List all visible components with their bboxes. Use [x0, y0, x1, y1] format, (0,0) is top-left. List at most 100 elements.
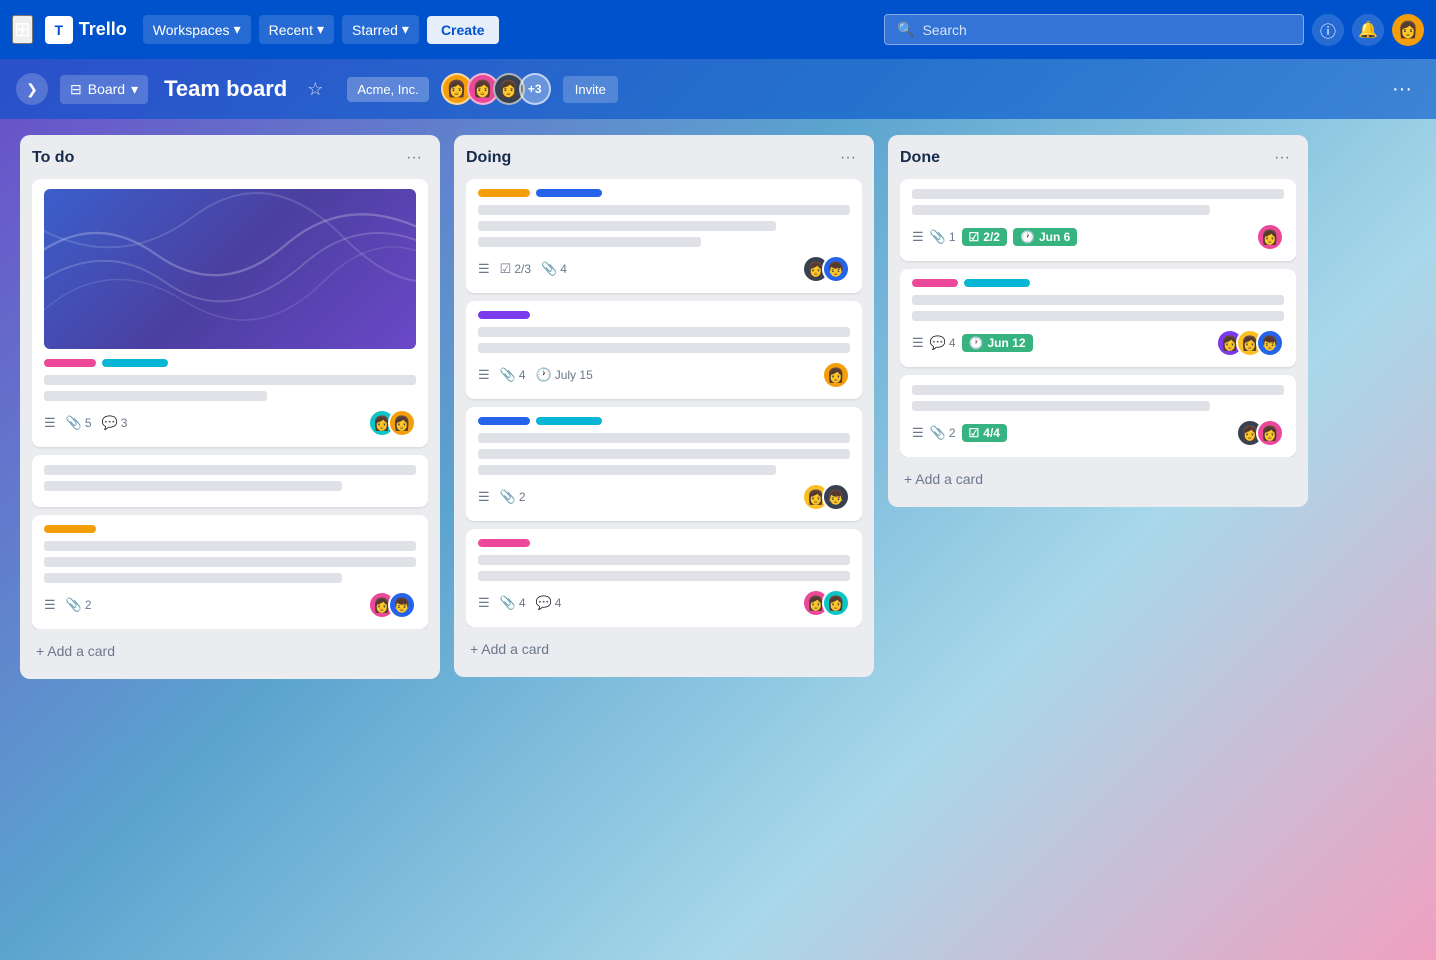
due-item: 🕐 July 15 — [536, 367, 593, 383]
description-icon: ☰ — [478, 261, 490, 277]
star-icon: ☆ — [307, 79, 323, 99]
search-box[interactable]: 🔍 Search — [884, 14, 1304, 45]
bell-icon: 🔔 — [1358, 20, 1378, 40]
card-todo-1[interactable]: ☰ 📎 5 💬 3 👩 👩 — [32, 179, 428, 447]
board-more-button[interactable]: ··· — [1384, 74, 1420, 105]
notifications-button[interactable]: 🔔 — [1352, 14, 1384, 46]
attach-count: 4 — [560, 262, 567, 276]
comment-icon: 💬 — [102, 415, 118, 431]
card-avatars: 👩 👩 — [802, 589, 850, 617]
workspace-button[interactable]: Acme, Inc. — [347, 77, 428, 102]
card-meta: ☰ ☑ 2/3 📎 4 — [478, 261, 802, 277]
card-text-line — [912, 385, 1284, 395]
add-card-button[interactable]: + Add a card — [466, 633, 862, 665]
card-avatar: 👩 — [822, 361, 850, 389]
attach-count: 2 — [519, 490, 526, 504]
card-done-1[interactable]: ☰ 📎 1 ☑ 2/2 🕐 Jun 6 — [900, 179, 1296, 261]
create-button[interactable]: Create — [427, 16, 499, 44]
card-doing-4[interactable]: ☰ 📎 4 💬 4 👩 👩 — [466, 529, 862, 627]
add-card-button[interactable]: + Add a card — [32, 635, 428, 667]
tag-yellow — [44, 525, 96, 533]
list-doing-menu-button[interactable]: ··· — [834, 147, 862, 169]
card-text-line — [44, 541, 416, 551]
card-done-2[interactable]: ☰ 💬 4 🕐 Jun 12 👩 👩 — [900, 269, 1296, 367]
trello-logo-text: Trello — [79, 19, 127, 40]
user-avatar[interactable]: 👩 — [1392, 14, 1424, 46]
card-meta: ☰ 📎 4 💬 4 — [478, 595, 802, 611]
grid-menu-button[interactable]: ⊞ — [12, 15, 33, 44]
card-tag-row — [478, 311, 850, 319]
due-date: July 15 — [555, 368, 593, 382]
starred-menu-button[interactable]: Starred ▾ — [342, 15, 419, 44]
paperclip-icon: 📎 — [500, 595, 516, 611]
card-todo-2[interactable] — [32, 455, 428, 507]
card-meta: ☰ 📎 2 — [44, 597, 368, 613]
card-footer: ☰ 📎 2 ☑ 4/4 👩 👩 — [912, 419, 1284, 447]
search-icon: 🔍 — [897, 21, 914, 38]
attach-item: 📎 4 — [500, 367, 526, 383]
add-card-button[interactable]: + Add a card — [900, 463, 1296, 495]
card-todo-3[interactable]: ☰ 📎 2 👩 👦 — [32, 515, 428, 629]
list-todo-title: To do — [32, 149, 74, 167]
sidebar-toggle-button[interactable]: ❯ — [16, 73, 48, 105]
trello-logo[interactable]: T Trello — [45, 16, 127, 44]
info-button[interactable]: ⓘ — [1312, 14, 1344, 46]
card-avatars: 👩 👦 — [802, 255, 850, 283]
card-avatars: 👩 — [822, 361, 850, 389]
checklist-icon: ☑ — [969, 230, 980, 244]
chevron-down-icon: ▾ — [131, 81, 138, 98]
list-doing-cards: ☰ ☑ 2/3 📎 4 👩 👦 — [466, 179, 862, 627]
paperclip-icon: 📎 — [541, 261, 557, 277]
attach-count: 2 — [85, 598, 92, 612]
card-text-line — [44, 391, 267, 401]
search-placeholder: Search — [922, 22, 966, 38]
card-done-3[interactable]: ☰ 📎 2 ☑ 4/4 👩 👩 — [900, 375, 1296, 457]
card-meta: ☰ 📎 2 ☑ 4/4 — [912, 424, 1236, 442]
card-doing-3[interactable]: ☰ 📎 2 👩 👦 — [466, 407, 862, 521]
list-done-header: Done ··· — [900, 147, 1296, 169]
card-tag-row — [912, 279, 1284, 287]
card-footer: ☰ 📎 4 💬 4 👩 👩 — [478, 589, 850, 617]
desc-icon-item: ☰ — [44, 597, 56, 613]
desc-icon-item: ☰ — [478, 489, 490, 505]
tag-pink — [478, 539, 530, 547]
list-todo-menu-button[interactable]: ··· — [400, 147, 428, 169]
list-done-menu-button[interactable]: ··· — [1268, 147, 1296, 169]
clock-icon: 🕐 — [969, 336, 984, 350]
board-view-button[interactable]: ⊟ Board ▾ — [60, 75, 148, 104]
chevron-down-icon: ▾ — [317, 21, 324, 38]
checklist-badge: ☑ 2/2 — [962, 228, 1007, 246]
card-meta: ☰ 📎 1 ☑ 2/2 🕐 Jun 6 — [912, 228, 1256, 246]
card-avatars: 👩 👩 👦 — [1216, 329, 1284, 357]
member-avatars: 👩 👩 👩 +3 — [441, 73, 551, 105]
card-cover — [44, 189, 416, 349]
clock-icon: 🕐 — [536, 367, 552, 383]
trello-logo-icon: T — [45, 16, 73, 44]
card-avatar: 👩 — [1256, 223, 1284, 251]
checklist-icon: ☑ — [500, 261, 512, 277]
list-doing: Doing ··· ☰ ☑ — [454, 135, 874, 677]
comment-count: 4 — [555, 596, 562, 610]
card-footer: ☰ 📎 2 👩 👦 — [44, 591, 416, 619]
extra-members-count[interactable]: +3 — [519, 73, 551, 105]
description-icon: ☰ — [478, 367, 490, 383]
desc-icon-item: ☰ — [912, 229, 924, 245]
card-text-line — [912, 295, 1284, 305]
attach-item: 📎 1 — [930, 229, 956, 245]
card-meta: ☰ 💬 4 🕐 Jun 12 — [912, 334, 1216, 352]
tag-cyan — [536, 417, 602, 425]
list-todo-header: To do ··· — [32, 147, 428, 169]
card-meta: ☰ 📎 2 — [478, 489, 802, 505]
desc-icon-item: ☰ — [478, 367, 490, 383]
list-todo-cards: ☰ 📎 5 💬 3 👩 👩 — [32, 179, 428, 629]
recent-menu-button[interactable]: Recent ▾ — [259, 15, 334, 44]
card-text-line — [912, 311, 1284, 321]
star-button[interactable]: ☆ — [303, 75, 327, 104]
info-icon: ⓘ — [1320, 18, 1336, 42]
card-doing-1[interactable]: ☰ ☑ 2/3 📎 4 👩 👦 — [466, 179, 862, 293]
workspaces-menu-button[interactable]: Workspaces ▾ — [143, 15, 251, 44]
card-footer: ☰ ☑ 2/3 📎 4 👩 👦 — [478, 255, 850, 283]
invite-button[interactable]: Invite — [563, 76, 618, 103]
card-doing-2[interactable]: ☰ 📎 4 🕐 July 15 👩 — [466, 301, 862, 399]
paperclip-icon: 📎 — [66, 597, 82, 613]
